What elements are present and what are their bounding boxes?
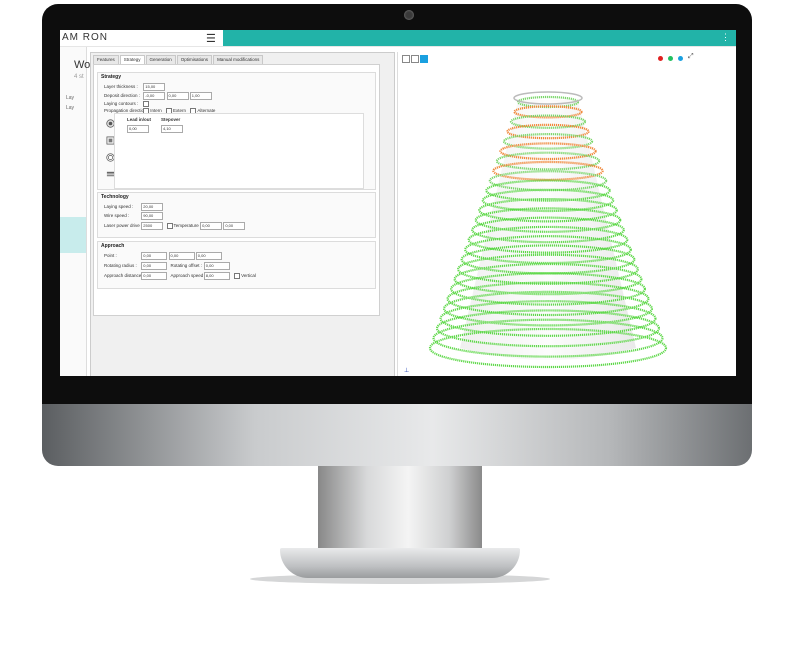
sidebar: Wo 4 st Lay Lay <box>60 47 91 376</box>
temperature-min-input[interactable]: 0,00 <box>200 222 223 230</box>
laying-contours-row: Laying contours : <box>104 101 150 107</box>
lead-stepover-box: Lead in/out Stepover 0,00 4,10 <box>114 113 364 189</box>
approach-distance-input[interactable]: 0,00 <box>141 272 168 280</box>
brand-logo: AM RON <box>62 32 108 43</box>
sidebar-item-active[interactable] <box>60 217 86 253</box>
strategy-tab-content: Strategy Layer thickness : 15,00 Deposit… <box>93 64 380 316</box>
sidebar-subtitle: 4 st <box>74 74 84 80</box>
lead-in-out-input[interactable]: 0,00 <box>127 125 149 133</box>
stepover-label: Stepover <box>161 117 181 122</box>
deposit-direction-row: Deposit direction : -0,00 0,00 1,00 <box>104 92 212 100</box>
3d-viewport[interactable]: ⤢ ⊥ <box>397 52 701 376</box>
temperature-max-input[interactable]: 0,00 <box>223 222 246 230</box>
lead-in-out-label: Lead in/out <box>127 117 151 122</box>
deposit-direction-y-input[interactable]: 0,00 <box>166 92 189 100</box>
toolpath-model <box>428 91 668 369</box>
monitor-stand-neck <box>318 466 482 552</box>
camera-icon <box>404 10 414 20</box>
tab-bar: Features Strategy Generation Optimisatio… <box>93 55 264 64</box>
deposit-direction-x-input[interactable]: -0,00 <box>143 92 166 100</box>
strategy-title: Strategy <box>101 74 122 80</box>
top-bar: AM RON ☰ ⋮ <box>60 30 736 47</box>
tab-features[interactable]: Features <box>93 55 119 64</box>
approach-title: Approach <box>101 243 125 249</box>
laser-power-drive-input[interactable]: 2500 <box>141 222 164 230</box>
approach-group: Approach Point : 0,00 0,00 0,00 Rotating… <box>97 241 376 289</box>
laying-contours-checkbox[interactable] <box>143 101 150 107</box>
tab-strategy[interactable]: Strategy <box>119 55 145 64</box>
layer-thickness-row: Layer thickness : 15,00 <box>104 83 166 91</box>
hamburger-icon[interactable]: ☰ <box>206 32 216 45</box>
technology-group: Technology Laying speed : 20,00 Wire spe… <box>97 192 376 238</box>
tab-manual-modifications[interactable]: Manual modifications <box>213 55 264 64</box>
temperature-checkbox[interactable] <box>166 223 173 229</box>
sidebar-item[interactable]: Lay <box>66 105 74 111</box>
more-vertical-icon[interactable]: ⋮ <box>721 32 730 43</box>
monitor-stand-base <box>280 548 520 578</box>
approach-point-x-input[interactable]: 0,00 <box>141 252 168 260</box>
approach-point-z-input[interactable]: 0,00 <box>195 252 222 260</box>
rotating-offset-input[interactable]: 0,00 <box>203 262 230 270</box>
laying-speed-input[interactable]: 20,00 <box>141 203 164 211</box>
stepover-input[interactable]: 4,10 <box>161 125 183 133</box>
vertical-checkbox[interactable] <box>234 273 241 279</box>
sidebar-title: Wo <box>74 59 91 71</box>
deposit-direction-z-input[interactable]: 1,00 <box>189 92 212 100</box>
tab-generation[interactable]: Generation <box>145 55 176 64</box>
strategy-group: Strategy Layer thickness : 15,00 Deposit… <box>97 72 376 190</box>
wire-speed-input[interactable]: 90,00 <box>141 212 164 220</box>
tab-optimisations[interactable]: Optimisations <box>176 55 213 64</box>
layer-thickness-input[interactable]: 15,00 <box>143 83 166 91</box>
rotating-radius-input[interactable]: 0,00 <box>141 262 168 270</box>
axis-indicator-icon: ⊥ <box>404 368 410 374</box>
screen: AM RON ☰ ⋮ Wo 4 st Lay Lay Features Stra… <box>60 30 736 376</box>
settings-panel: Features Strategy Generation Optimisatio… <box>90 52 395 376</box>
sidebar-item[interactable]: Lay <box>66 95 74 101</box>
approach-point-y-input[interactable]: 0,00 <box>168 252 195 260</box>
technology-title: Technology <box>101 194 129 200</box>
monitor-chin <box>42 404 752 466</box>
header-accent-bar: ⋮ <box>223 30 736 46</box>
approach-speed-input[interactable]: 8,00 <box>203 272 230 280</box>
